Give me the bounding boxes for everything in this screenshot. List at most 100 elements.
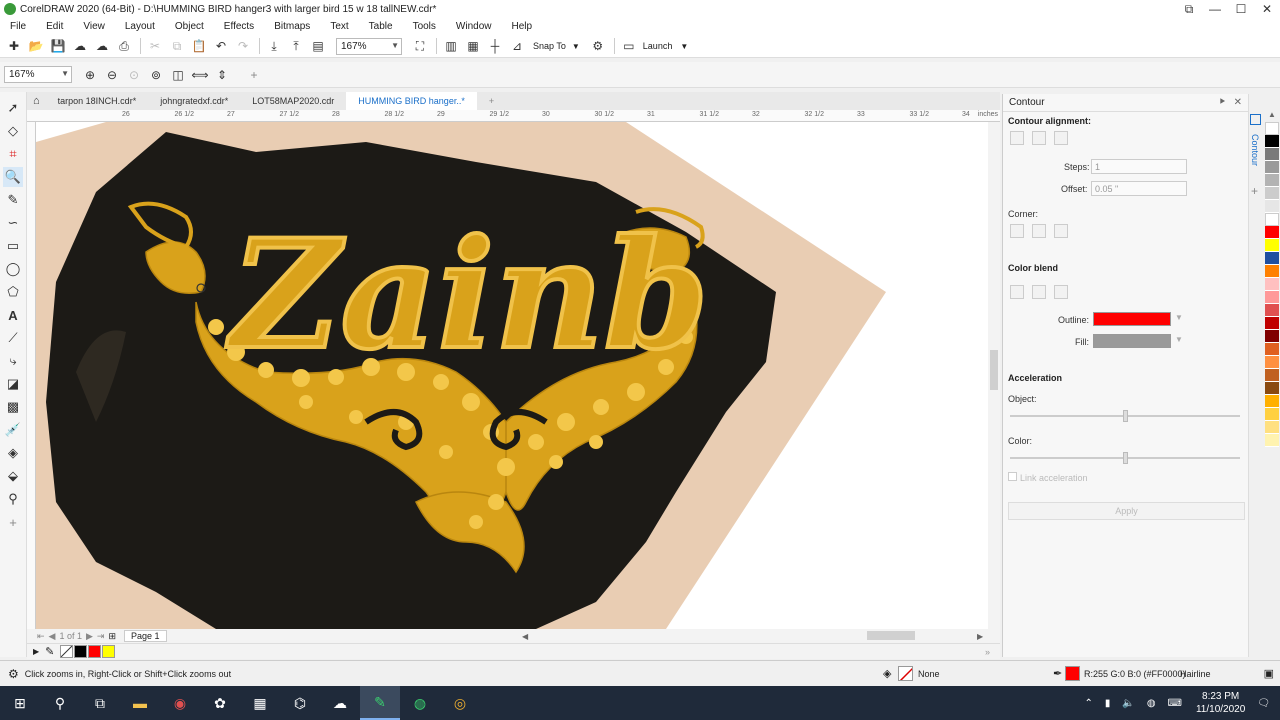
contour-side-tab[interactable]: Contour: [1250, 134, 1260, 166]
save-icon[interactable]: 💾: [48, 36, 68, 56]
home-icon[interactable]: ⌂: [27, 92, 46, 110]
fill-color-picker[interactable]: [1093, 334, 1171, 348]
rectangle-tool-icon[interactable]: ▭: [3, 236, 23, 256]
to-center-icon[interactable]: [1010, 131, 1024, 145]
vertical-scrollbar[interactable]: [988, 122, 1000, 629]
round-corner-icon[interactable]: [1032, 224, 1046, 238]
cut-icon[interactable]: ✂: [145, 36, 165, 56]
palette-up-icon[interactable]: ▲: [1264, 110, 1280, 122]
palette-swatch[interactable]: [1265, 382, 1279, 395]
swatch-none[interactable]: [60, 645, 74, 658]
page-tab[interactable]: Page 1: [124, 630, 167, 642]
app-icon-gallery[interactable]: ▦: [240, 686, 280, 720]
add-page-icon[interactable]: ⊞: [108, 631, 116, 642]
print-icon[interactable]: ⎙: [114, 36, 134, 56]
menu-window[interactable]: Window: [450, 21, 498, 32]
full-screen-icon[interactable]: ⛶: [410, 36, 430, 56]
palette-swatch[interactable]: [1265, 434, 1279, 447]
close-button[interactable]: ✕: [1254, 0, 1280, 18]
palette-swatch[interactable]: [1265, 122, 1279, 135]
menu-table[interactable]: Table: [363, 21, 399, 32]
vertical-scroll-thumb[interactable]: [990, 350, 998, 390]
doc-tab-tarpon[interactable]: tarpon 18INCH.cdr*: [46, 92, 149, 110]
palette-swatch[interactable]: [1265, 135, 1279, 148]
palette-swatch[interactable]: [1265, 343, 1279, 356]
horizontal-ruler[interactable]: 26 26 1/2 27 27 1/2 28 28 1/2 29 29 1/2 30 30 1/2…: [27, 110, 1000, 122]
add-icon[interactable]: +: [244, 65, 264, 85]
palette-swatch[interactable]: [1265, 226, 1279, 239]
show-guidelines-icon[interactable]: ┼: [485, 36, 505, 56]
palette-swatch[interactable]: [1265, 330, 1279, 343]
eyedropper-icon[interactable]: ✎: [45, 645, 54, 658]
palette-swatch[interactable]: [1265, 356, 1279, 369]
color-acceleration-knob[interactable]: [1123, 452, 1128, 464]
maximize-button[interactable]: ☐: [1228, 0, 1254, 18]
swatch-red[interactable]: [88, 645, 102, 658]
file-explorer-icon[interactable]: ▬: [120, 686, 160, 720]
task-view-icon[interactable]: ⧉: [80, 686, 120, 720]
corel-app-icon[interactable]: ◉: [160, 686, 200, 720]
menu-layout[interactable]: Layout: [119, 21, 161, 32]
menu-object[interactable]: Object: [169, 21, 210, 32]
usb-icon[interactable]: ▮: [1105, 698, 1111, 709]
search-icon[interactable]: ⚲: [40, 686, 80, 720]
offset-input[interactable]: 0.05 ": [1091, 181, 1187, 196]
palette-swatch[interactable]: [1265, 239, 1279, 252]
new-tab-icon[interactable]: +: [477, 92, 506, 110]
linear-blend-icon[interactable]: [1010, 285, 1024, 299]
network-icon[interactable]: ◍: [1147, 698, 1156, 709]
paste-icon[interactable]: 📋: [189, 36, 209, 56]
pdf-export-icon[interactable]: ▤: [308, 36, 328, 56]
app-icon-cloud[interactable]: ☁: [320, 686, 360, 720]
open-folder-icon[interactable]: 📂: [26, 36, 46, 56]
palette-swatch[interactable]: [1265, 408, 1279, 421]
crop-tool-icon[interactable]: ⌗: [3, 144, 23, 164]
palette-swatch[interactable]: [1265, 161, 1279, 174]
cloud-download-icon[interactable]: ☁: [92, 36, 112, 56]
menu-effects[interactable]: Effects: [218, 21, 260, 32]
show-rulers-icon[interactable]: ▥: [441, 36, 461, 56]
doc-tab-humming-bird[interactable]: HUMMING BIRD hanger..*: [346, 92, 477, 110]
speaker-icon[interactable]: 🔈: [1122, 698, 1134, 709]
zoom-in-icon[interactable]: ⊕: [80, 65, 100, 85]
options-gear-icon[interactable]: ⚙: [588, 36, 608, 56]
chrome-icon[interactable]: ◎: [440, 686, 480, 720]
palette-swatch[interactable]: [1265, 187, 1279, 200]
zoom-out-icon[interactable]: ⊖: [102, 65, 122, 85]
palette-swatch[interactable]: [1265, 317, 1279, 330]
steps-input[interactable]: 1: [1091, 159, 1187, 174]
chevron-down-icon[interactable]: ▼: [680, 42, 688, 51]
corel-capture-icon[interactable]: ◍: [400, 686, 440, 720]
transparency-tool-icon[interactable]: ▩: [3, 397, 23, 417]
undo-icon[interactable]: ↶: [211, 36, 231, 56]
app-icon-bird[interactable]: ✿: [200, 686, 240, 720]
zoom-tool-icon[interactable]: 🔍: [3, 167, 23, 187]
zoom-to-page-height-icon[interactable]: ⇕: [212, 65, 232, 85]
launch-label[interactable]: Launch: [643, 41, 673, 51]
inside-contour-icon[interactable]: [1032, 131, 1046, 145]
apply-button[interactable]: Apply: [1008, 502, 1245, 520]
drawing-canvas[interactable]: Zainb: [36, 122, 988, 629]
notifications-icon[interactable]: 🗨: [1257, 698, 1270, 709]
restore-layout-icon[interactable]: ⧉: [1176, 0, 1202, 18]
drop-shadow-icon[interactable]: ◪: [3, 374, 23, 394]
outside-contour-icon[interactable]: [1054, 131, 1068, 145]
doc-tab-johngrated[interactable]: johngratedxf.cdr*: [148, 92, 240, 110]
palette-swatch[interactable]: [1265, 304, 1279, 317]
docker-collapse-icon[interactable]: ⯈: [1218, 97, 1226, 108]
interactive-fill-icon[interactable]: ◈: [3, 443, 23, 463]
tray-expand-icon[interactable]: ⌃: [1084, 698, 1092, 709]
coreldraw-taskbar-icon[interactable]: ✎: [360, 686, 400, 720]
palette-expand-icon[interactable]: ▶: [33, 647, 39, 656]
chevron-down-icon[interactable]: ▼: [1175, 335, 1183, 344]
object-acceleration-knob[interactable]: [1123, 410, 1128, 422]
zoom-to-all-objects-icon[interactable]: ⊚: [146, 65, 166, 85]
scroll-left-icon[interactable]: ◀: [522, 632, 528, 641]
bevel-corner-icon[interactable]: [1054, 224, 1068, 238]
copy-icon[interactable]: ⧉: [167, 36, 187, 56]
zoom-level-select[interactable]: 167% ▼: [336, 37, 402, 55]
menu-help[interactable]: Help: [506, 21, 539, 32]
zoom-to-selected-icon[interactable]: ⊙: [124, 65, 144, 85]
redo-icon[interactable]: ↷: [233, 36, 253, 56]
menu-edit[interactable]: Edit: [40, 21, 69, 32]
